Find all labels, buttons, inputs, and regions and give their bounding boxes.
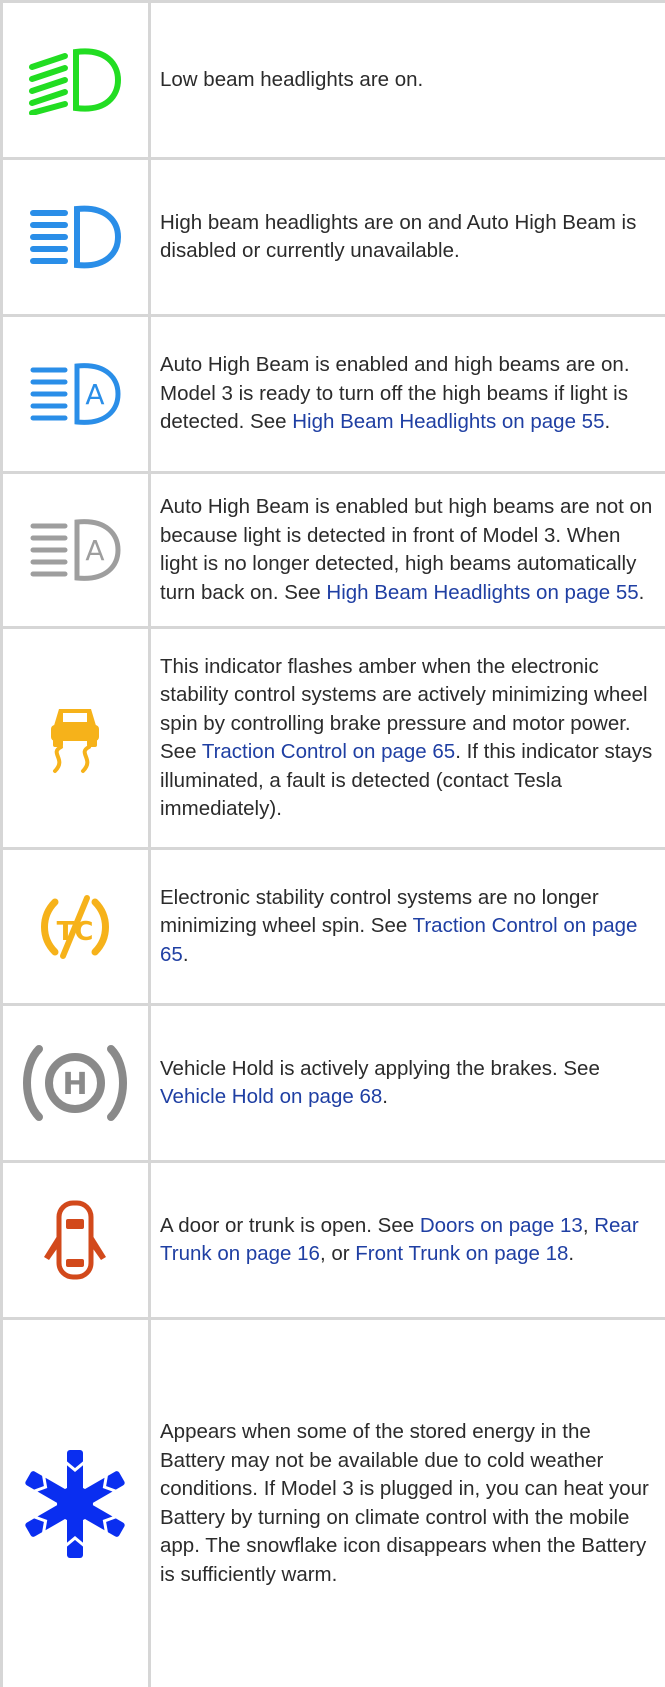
indicator-description: Electronic stability control systems are… [160,885,638,966]
link-high-beam-headlights[interactable]: High Beam Headlights on page 55 [292,410,604,433]
table-row: Appears when some of the stored energy i… [0,1320,665,1687]
indicator-description: High beam headlights are on and Auto Hig… [160,210,637,263]
indicator-description: A door or trunk is open. See Doors on pa… [160,1213,639,1266]
table-row: Low beam headlights are on. [0,3,665,157]
indicator-description: This indicator flashes amber when the el… [160,654,653,821]
table-row: A door or trunk is open. See Doors on pa… [0,1163,665,1317]
link-doors[interactable]: Doors on page 13 [420,1214,583,1237]
indicator-description: Auto High Beam is enabled and high beams… [160,353,630,434]
link-traction-control[interactable]: Traction Control on page 65 [202,740,455,763]
auto-high-beam-on-icon: A [30,363,121,425]
indicator-description: Vehicle Hold is actively applying the br… [160,1056,600,1109]
auto-high-beam-standby-icon: A [30,519,121,581]
high-beam-headlights-icon [30,205,122,269]
traction-control-icon [51,709,99,773]
table-row: H Vehicle Hold is actively applying the … [0,1006,665,1160]
link-high-beam-headlights[interactable]: High Beam Headlights on page 55 [326,581,638,604]
table-row: A Auto High Beam is enabled but high bea… [0,474,665,626]
table-row: This indicator flashes amber when the el… [0,629,665,847]
svg-text:H: H [62,1067,87,1102]
indicator-description: Auto High Beam is enabled but high beams… [160,495,653,604]
door-open-icon [44,1200,106,1280]
table-row: A Auto High Beam is enabled and high bea… [0,317,665,471]
traction-control-off-icon: TC [41,894,109,959]
vehicle-hold-icon: H [23,1045,127,1121]
table-row: High beam headlights are on and Auto Hig… [0,160,665,314]
snowflake-icon [25,1449,125,1558]
indicator-description: Appears when some of the stored energy i… [160,1420,649,1586]
low-beam-headlights-icon [29,48,122,115]
svg-text:A: A [85,378,104,411]
indicator-table: Low beam headlights are on. High beam he… [0,0,665,1687]
link-front-trunk[interactable]: Front Trunk on page 18 [355,1242,568,1265]
table-row: TC Electronic stability control systems … [0,850,665,1003]
svg-text:A: A [85,534,104,567]
link-vehicle-hold[interactable]: Vehicle Hold on page 68 [160,1085,382,1108]
indicator-description: Low beam headlights are on. [160,67,424,91]
